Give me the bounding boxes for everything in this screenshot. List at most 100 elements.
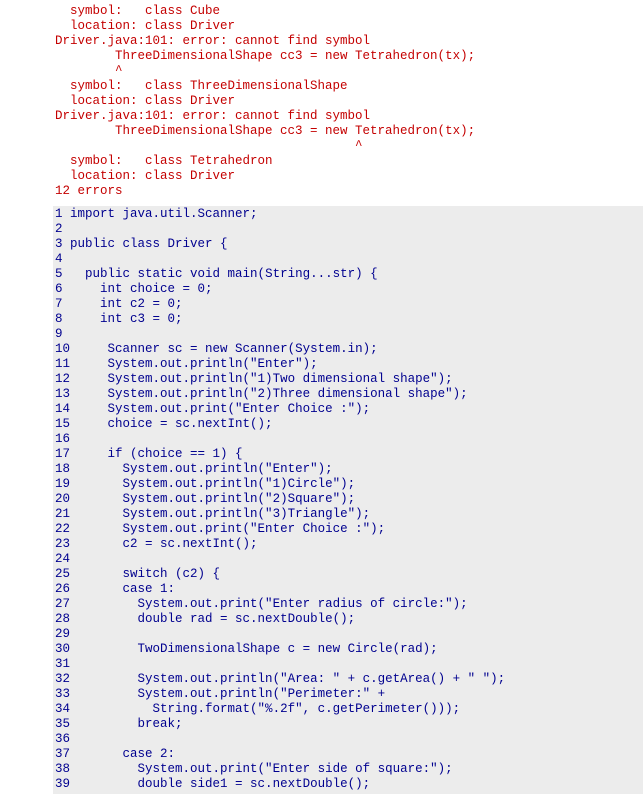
line-number: 8 [55,312,63,326]
line-number: 35 [55,717,71,731]
code-line: 16 [55,432,643,447]
code-listing: 1 import java.util.Scanner; 2 3 public cl… [53,206,643,794]
code-line: 21 System.out.println("3)Triangle"); [55,507,643,522]
error-line: symbol: class Cube [55,4,221,18]
error-line: ^ [55,64,123,78]
code-text: public class Driver { [70,237,228,251]
line-number: 23 [55,537,71,551]
code-line: 11 System.out.println("Enter"); [55,357,643,372]
line-number: 19 [55,477,71,491]
error-line: location: class Driver [55,94,236,108]
line-number: 20 [55,492,71,506]
code-text: System.out.println("3)Triangle"); [77,507,371,521]
code-text: System.out.println("Perimeter:" + [77,687,386,701]
line-number: 16 [55,432,71,446]
error-line: symbol: class Tetrahedron [55,154,273,168]
line-number: 12 [55,372,71,386]
code-text: int c3 = 0; [70,312,183,326]
code-line: 6 int choice = 0; [55,282,643,297]
code-text: break; [77,717,183,731]
line-number: 37 [55,747,71,761]
error-line: ^ [55,139,363,153]
line-number: 10 [55,342,71,356]
line-number: 5 [55,267,63,281]
code-line: 26 case 1: [55,582,643,597]
code-text: System.out.print("Enter Choice :"); [77,402,371,416]
line-number: 34 [55,702,71,716]
code-text: System.out.println("Enter"); [77,357,318,371]
line-number: 38 [55,762,71,776]
code-text: String.format("%.2f", c.getPerimeter()))… [77,702,461,716]
error-line: symbol: class ThreeDimensionalShape [55,79,348,93]
code-line: 31 [55,657,643,672]
code-text: double rad = sc.nextDouble(); [77,612,356,626]
code-line: 10 Scanner sc = new Scanner(System.in); [55,342,643,357]
error-line: Driver.java:101: error: cannot find symb… [55,34,371,48]
code-text: switch (c2) { [77,567,221,581]
error-line: location: class Driver [55,19,236,33]
code-text: int choice = 0; [70,282,213,296]
code-line: 37 case 2: [55,747,643,762]
code-line: 22 System.out.print("Enter Choice :"); [55,522,643,537]
code-line: 34 String.format("%.2f", c.getPerimeter(… [55,702,643,717]
code-text: TwoDimensionalShape c = new Circle(rad); [77,642,438,656]
code-text: import java.util.Scanner; [70,207,258,221]
code-line: 18 System.out.println("Enter"); [55,462,643,477]
code-text: int c2 = 0; [70,297,183,311]
code-line: 30 TwoDimensionalShape c = new Circle(ra… [55,642,643,657]
line-number: 27 [55,597,71,611]
code-line: 35 break; [55,717,643,732]
code-line: 25 switch (c2) { [55,567,643,582]
code-line: 24 [55,552,643,567]
code-text: System.out.println("1)Circle"); [77,477,356,491]
code-line: 5 public static void main(String...str) … [55,267,643,282]
code-line: 3 public class Driver { [55,237,643,252]
code-text: System.out.println("Area: " + c.getArea(… [77,672,506,686]
code-text: System.out.print("Enter Choice :"); [77,522,386,536]
code-line: 9 [55,327,643,342]
code-text: System.out.println("2)Three dimensional … [77,387,468,401]
compiler-error-output: symbol: class Cube location: class Drive… [55,4,475,199]
line-number: 1 [55,207,63,221]
line-number: 15 [55,417,71,431]
code-line: 2 [55,222,643,237]
code-text: case 2: [77,747,176,761]
code-text: System.out.println("1)Two dimensional sh… [77,372,453,386]
line-number: 17 [55,447,71,461]
line-number: 36 [55,732,71,746]
line-number: 31 [55,657,71,671]
code-text: choice = sc.nextInt(); [77,417,273,431]
code-line: 38 System.out.print("Enter side of squar… [55,762,643,777]
line-number: 21 [55,507,71,521]
code-line: 8 int c3 = 0; [55,312,643,327]
code-text: c2 = sc.nextInt(); [77,537,258,551]
line-number: 2 [55,222,63,236]
line-number: 7 [55,297,63,311]
code-line: 39 double side1 = sc.nextDouble(); [55,777,643,792]
code-line: 14 System.out.print("Enter Choice :"); [55,402,643,417]
code-line: 7 int c2 = 0; [55,297,643,312]
code-line: 13 System.out.println("2)Three dimension… [55,387,643,402]
line-number: 11 [55,357,71,371]
line-number: 39 [55,777,71,791]
code-text: System.out.print("Enter radius of circle… [77,597,468,611]
code-text: double side1 = sc.nextDouble(); [77,777,371,791]
code-line: 20 System.out.println("2)Square"); [55,492,643,507]
code-line: 33 System.out.println("Perimeter:" + [55,687,643,702]
line-number: 4 [55,252,63,266]
code-text: if (choice == 1) { [77,447,243,461]
code-line: 23 c2 = sc.nextInt(); [55,537,643,552]
line-number: 33 [55,687,71,701]
code-line: 4 [55,252,643,267]
error-line: location: class Driver [55,169,236,183]
code-line: 36 [55,732,643,747]
line-number: 6 [55,282,63,296]
line-number: 13 [55,387,71,401]
error-line: Driver.java:101: error: cannot find symb… [55,109,371,123]
code-line: 28 double rad = sc.nextDouble(); [55,612,643,627]
code-line: 27 System.out.print("Enter radius of cir… [55,597,643,612]
error-line: ThreeDimensionalShape cc3 = new Tetrahed… [55,49,476,63]
code-text: case 1: [77,582,176,596]
line-number: 22 [55,522,71,536]
code-text: Scanner sc = new Scanner(System.in); [77,342,378,356]
